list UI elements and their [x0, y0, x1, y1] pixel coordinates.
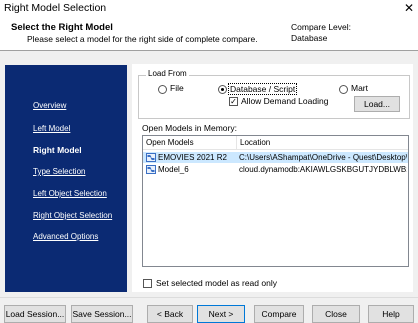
page-subtitle: Please select a model for the right side…: [27, 34, 258, 44]
table-row[interactable]: EMOVIES 2021 R2 C:\Users\AShampat\OneDri…: [143, 152, 408, 163]
compare-level-value: Database: [291, 33, 328, 43]
help-button[interactable]: Help: [368, 305, 414, 323]
sidebar-item-left-model[interactable]: Left Model: [33, 124, 70, 133]
load-from-label: Load From: [146, 69, 189, 78]
next-button[interactable]: Next >: [197, 305, 245, 323]
back-button[interactable]: < Back: [147, 305, 193, 323]
file-radio[interactable]: [158, 85, 167, 94]
mart-radio-label[interactable]: Mart: [351, 83, 368, 93]
open-models-table[interactable]: Open Models Location EMOVIES 2021 R2 C:\…: [142, 135, 409, 267]
table-row[interactable]: Model_6 cloud.dynamodb:AKIAWLGSKBGUTJYDB…: [143, 164, 408, 175]
read-only-checkbox[interactable]: [143, 279, 152, 288]
sidebar-item-advanced-options[interactable]: Advanced Options: [33, 232, 98, 241]
page-title: Select the Right Model: [11, 22, 113, 33]
column-header-open-models[interactable]: Open Models: [143, 136, 237, 150]
sidebar-item-right-object-selection[interactable]: Right Object Selection: [33, 211, 112, 220]
sidebar-item-left-object-selection[interactable]: Left Object Selection: [33, 189, 107, 198]
footer-divider: [0, 297, 418, 298]
model-name: EMOVIES 2021 R2: [158, 153, 227, 162]
wizard-sidebar: Overview Left Model Right Model Type Sel…: [5, 65, 127, 292]
sidebar-item-overview[interactable]: Overview: [33, 101, 66, 110]
allow-demand-loading-label[interactable]: Allow Demand Loading: [241, 96, 328, 106]
database-script-radio-label[interactable]: Database / Script: [228, 83, 298, 95]
sidebar-item-type-selection[interactable]: Type Selection: [33, 167, 85, 176]
close-icon[interactable]: ✕: [400, 0, 418, 17]
save-session-button[interactable]: Save Session...: [71, 305, 133, 323]
database-script-radio[interactable]: [218, 85, 227, 94]
compare-button[interactable]: Compare: [254, 305, 304, 323]
open-models-label: Open Models in Memory:: [142, 123, 237, 133]
model-icon: [146, 153, 156, 162]
model-name: Model_6: [158, 165, 189, 174]
window-title: Right Model Selection: [4, 2, 107, 14]
model-location: cloud.dynamodb:AKIAWLGSKBGUTJYDBLWB:A6..…: [239, 165, 407, 174]
read-only-label[interactable]: Set selected model as read only: [156, 278, 277, 288]
compare-level-label: Compare Level:: [291, 22, 352, 32]
close-button[interactable]: Close: [312, 305, 360, 323]
model-location: C:\Users\AShampat\OneDrive - Quest\Deskt…: [239, 153, 407, 162]
load-button[interactable]: Load...: [354, 96, 400, 112]
load-session-button[interactable]: Load Session...: [4, 305, 66, 323]
column-header-location[interactable]: Location: [237, 136, 408, 150]
allow-demand-loading-checkbox[interactable]: ✓: [229, 97, 238, 106]
model-icon: [146, 165, 156, 174]
mart-radio[interactable]: [339, 85, 348, 94]
file-radio-label[interactable]: File: [170, 83, 184, 93]
sidebar-item-right-model[interactable]: Right Model: [33, 145, 82, 155]
